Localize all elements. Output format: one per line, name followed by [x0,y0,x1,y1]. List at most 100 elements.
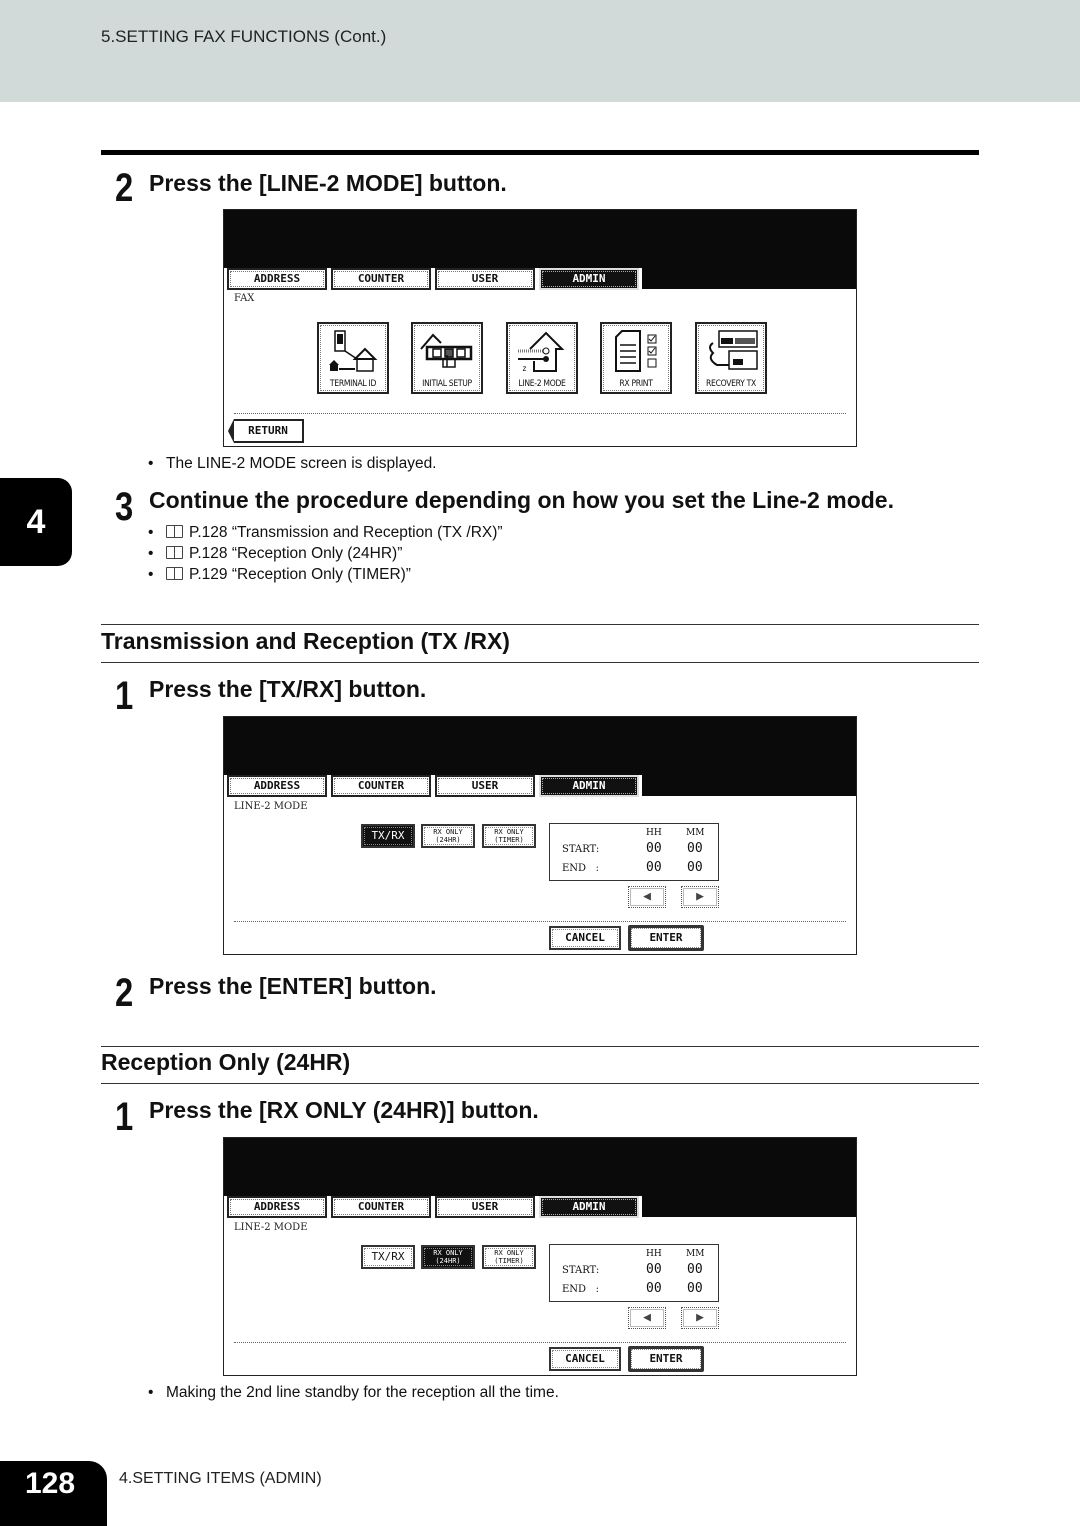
step-number: 1 [115,1095,134,1139]
timer-settings: HH MM START: END : 00 00 00 00 [549,823,719,881]
line2-mode-screen-24hr: ADDRESS COUNTER USER ADMIN LINE-2 MODE T… [223,1137,857,1376]
rx-only-timer-button[interactable]: RX ONLY (TIMER) [482,824,536,848]
tab-user[interactable]: USER [435,1196,535,1218]
tab-counter[interactable]: COUNTER [331,1196,431,1218]
terminal-id-icon [329,330,378,372]
screen-divider [234,413,846,414]
right-arrow-button[interactable]: ▶ [681,1307,719,1329]
footer-section: 4.SETTING ITEMS (ADMIN) [119,1470,322,1487]
tab-admin[interactable]: ADMIN [539,775,639,797]
terminal-id-button[interactable]: TERMINAL ID [317,322,389,394]
start-mm-value[interactable]: 00 [687,841,703,856]
rx-print-button[interactable]: RX PRINT [600,322,672,394]
tab-counter[interactable]: COUNTER [331,268,431,290]
enter-button[interactable]: ENTER [628,1346,704,1372]
section-rule-bottom [101,662,979,663]
tab-admin[interactable]: ADMIN [539,268,639,290]
step-title: Press the [TX/RX] button. [149,676,427,702]
reference-link[interactable]: • P.129 “Reception Only (TIMER)” [148,566,411,584]
page-number-tab: 128 [0,1461,107,1526]
book-icon [166,546,183,559]
tab-address[interactable]: ADDRESS [227,775,327,797]
rx-only-24hr-button[interactable]: RX ONLY (24HR) [421,1245,475,1269]
button-label: INITIAL SETUP [422,379,472,389]
arrow-left-icon: ◀ [643,889,651,904]
start-label: START: [562,1265,600,1276]
end-label: END : [562,863,599,874]
cancel-button[interactable]: CANCEL [549,1347,621,1371]
step-title: Continue the procedure depending on how … [149,487,894,513]
screen-tabs: ADDRESS COUNTER USER ADMIN [227,775,639,797]
right-arrow-button[interactable]: ▶ [681,886,719,908]
cancel-button[interactable]: CANCEL [549,926,621,950]
screen-divider [234,921,846,922]
tab-user[interactable]: USER [435,775,535,797]
button-label: RX PRINT [619,379,653,389]
mm-label: MM [686,828,705,838]
arrow-left-icon: ◀ [643,1310,651,1325]
initial-setup-icon [420,333,473,368]
running-header-title: 5.SETTING FAX FUNCTIONS (Cont.) [101,27,387,46]
section-rule-top [101,1046,979,1047]
initial-setup-button[interactable]: INITIAL SETUP [411,322,483,394]
chapter-tab: 4 [0,478,72,566]
line2-mode-icon: z [518,331,565,373]
step-title: Press the [LINE-2 MODE] button. [149,170,507,196]
page-number: 128 [25,1467,76,1500]
section-title: Reception Only (24HR) [101,1049,351,1075]
tab-admin[interactable]: ADMIN [539,1196,639,1218]
left-arrow-button[interactable]: ◀ [628,1307,666,1329]
screen-label: LINE-2 MODE [234,1222,308,1233]
start-hh-value[interactable]: 00 [646,841,662,856]
line2-mode-screen-txrx: ADDRESS COUNTER USER ADMIN LINE-2 MODE T… [223,716,857,955]
end-mm-value[interactable]: 00 [687,1281,703,1296]
start-hh-value[interactable]: 00 [646,1262,662,1277]
reference-link[interactable]: • P.128 “Transmission and Reception (TX /… [148,524,503,542]
button-label: LINE-2 MODE [518,379,566,389]
step-number: 3 [115,485,134,529]
screen-label: FAX [234,293,255,304]
book-icon [166,525,183,538]
hh-label: HH [646,1249,662,1259]
running-header: 5.SETTING FAX FUNCTIONS (Cont.) [0,0,1080,102]
end-hh-value[interactable]: 00 [646,1281,662,1296]
txrx-mode-button[interactable]: TX/RX [361,1245,415,1269]
button-label: TERMINAL ID [329,379,377,389]
fax-menu-screen: ADDRESS COUNTER USER ADMIN FAX TERMINAL … [223,209,857,447]
rx-only-timer-button[interactable]: RX ONLY (TIMER) [482,1245,536,1269]
left-arrow-button[interactable]: ◀ [628,886,666,908]
step-number: 1 [115,674,134,718]
end-label: END : [562,1284,599,1295]
line2-mode-button[interactable]: z LINE-2 MODE [506,322,578,394]
rx-print-icon [615,330,657,372]
note-bullet: • The LINE-2 MODE screen is displayed. [148,455,437,472]
enter-button[interactable]: ENTER [628,925,704,951]
screen-tabs: ADDRESS COUNTER USER ADMIN [227,1196,639,1218]
note-bullet: • Making the 2nd line standby for the rec… [148,1384,559,1401]
tab-counter[interactable]: COUNTER [331,775,431,797]
rx-only-24hr-button[interactable]: RX ONLY (24HR) [421,824,475,848]
step-number: 2 [115,971,134,1015]
start-label: START: [562,844,600,855]
tab-address[interactable]: ADDRESS [227,268,327,290]
timer-settings: HH MM START: END : 00 00 00 00 [549,1244,719,1302]
end-mm-value[interactable]: 00 [687,860,703,875]
button-label: RECOVERY TX [706,379,756,389]
recovery-tx-icon [709,330,758,370]
arrow-right-icon: ▶ [696,889,704,904]
screen-label: LINE-2 MODE [234,801,308,812]
end-hh-value[interactable]: 00 [646,860,662,875]
reference-link[interactable]: • P.128 “Reception Only (24HR)” [148,545,402,563]
start-mm-value[interactable]: 00 [687,1262,703,1277]
hh-label: HH [646,828,662,838]
txrx-mode-button[interactable]: TX/RX [361,824,415,848]
tab-address[interactable]: ADDRESS [227,1196,327,1218]
section-rule [101,150,979,155]
section-title: Transmission and Reception (TX /RX) [101,628,510,654]
recovery-tx-button[interactable]: RECOVERY TX [695,322,767,394]
screen-tabs: ADDRESS COUNTER USER ADMIN [227,268,639,290]
step-title: Press the [RX ONLY (24HR)] button. [149,1097,539,1123]
tab-user[interactable]: USER [435,268,535,290]
return-button[interactable]: RETURN [228,419,304,443]
section-rule-top [101,624,979,625]
